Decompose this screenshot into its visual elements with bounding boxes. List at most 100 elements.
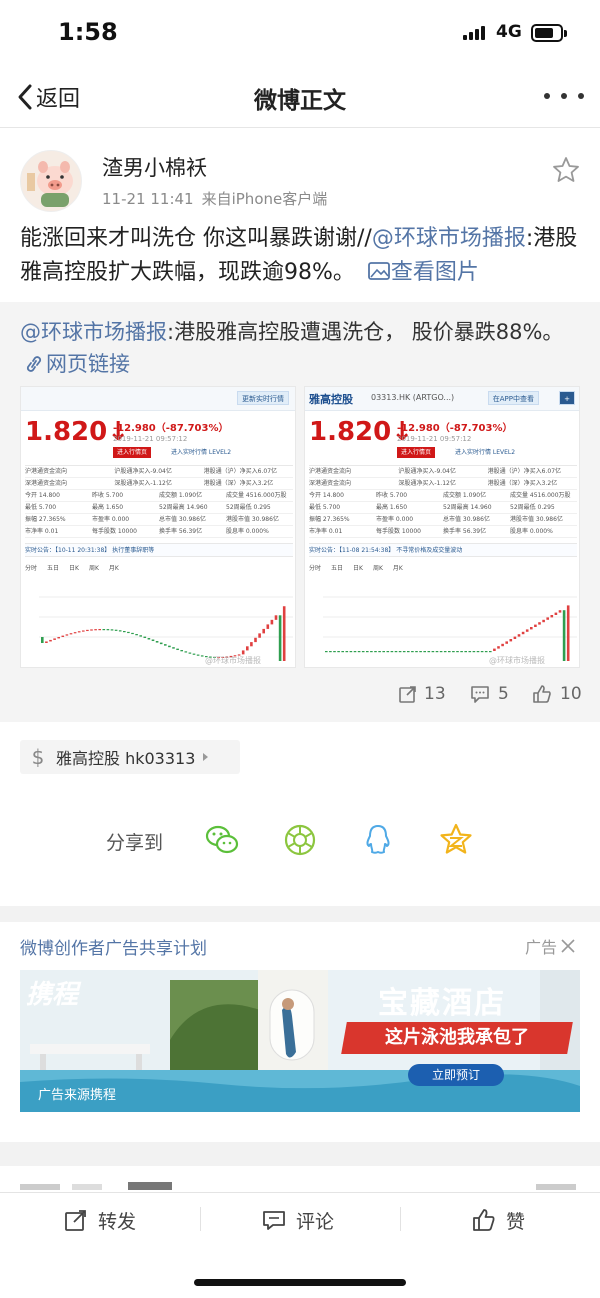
chart-candle: [172, 647, 175, 649]
ad-program-title[interactable]: 微博创作者广告共享计划: [20, 934, 207, 959]
quote-row: 深港通资金流向 深股通净买入-1.12亿 港股通（深）净买入3.2亿: [25, 478, 293, 490]
home-indicator[interactable]: [194, 1279, 406, 1286]
chart-candle: [497, 646, 500, 649]
pig-avatar-icon: [27, 161, 73, 207]
chart-candle: [398, 651, 402, 653]
quote-cell: 股息率 0.000%: [510, 528, 553, 535]
chart-tab: 月K: [108, 565, 119, 572]
page-title: 微博正文: [254, 88, 346, 114]
chart-candle: [427, 651, 431, 653]
wechat-icon[interactable]: [204, 822, 240, 858]
shot-quote-grid: 沪港通资金流向 沪股通净买入-9.04亿 港股通（沪）净买入6.07亿 深港通资金流向…: [25, 465, 293, 538]
quote-row: 今开 14.800 昨收 5.700 成交额 1.090亿 成交量 4516.000万…: [309, 490, 577, 502]
chart-candle: [411, 651, 414, 653]
chart-candle: [505, 641, 508, 644]
quote-cell: 沪港通资金流向: [309, 468, 352, 475]
stock-screenshot-1[interactable]: 更新实时行情 1.820↓ -12.980（-87.703%） 2019-11-…: [20, 386, 296, 668]
bottom-comment-button[interactable]: 评论: [262, 1205, 334, 1235]
repost-action[interactable]: 13: [398, 684, 446, 704]
chart-watermark: @环球市场播报: [489, 655, 545, 665]
repost-mention-link[interactable]: @环球市场播报: [20, 320, 167, 344]
chart-candle: [184, 651, 188, 653]
share-label: 分享到: [106, 832, 164, 854]
quote-cell: 市盈率 0.000: [92, 516, 130, 523]
chart-candle: [407, 651, 410, 653]
shot-app-button: 在APP中查看: [487, 391, 539, 405]
bottom-repost-button[interactable]: 转发: [64, 1205, 136, 1235]
chart-candle: [558, 610, 562, 613]
more-dots-icon[interactable]: [544, 84, 584, 108]
web-link[interactable]: 网页链接: [20, 352, 130, 376]
chart-candle: [419, 651, 422, 653]
mention-link[interactable]: @环球市场播报: [372, 226, 526, 251]
chart-candle: [493, 648, 496, 651]
shot-tag-level2: 进入实时行情 LEVEL2: [455, 449, 516, 456]
stock-screenshot-2[interactable]: 雅高控股 03313.HK (ARTGO...) 在APP中查看 + 1.820…: [304, 386, 580, 668]
chart-candle: [65, 634, 69, 636]
chart-candle: [180, 650, 183, 652]
quote-cell: 成交量 4516.000万股: [510, 492, 571, 499]
chart-candle: [102, 629, 106, 631]
stock-topic-chip[interactable]: $ 雅高控股 hk03313: [20, 740, 240, 774]
quote-cell: 每手股数 10000: [92, 528, 137, 535]
ad-banner[interactable]: 携程 宝藏酒店 这片泳池我承包了 立即预订 广告来源携程: [20, 970, 580, 1112]
quote-cell: 最低 5.700: [309, 504, 341, 511]
chart-candle: [341, 651, 344, 653]
comment-count: 5: [498, 684, 509, 704]
shot-date: 2019-11-21 09:57:12: [397, 435, 472, 443]
ad-slogan: 这片泳池我承包了: [341, 1022, 573, 1054]
quote-row: 最低 5.700 最高 1.650 52周最高 14.960 52周最低 0.295: [309, 502, 577, 514]
shot-change: -12.980（-87.703%）: [397, 423, 513, 434]
quote-cell: 换手率 56.39亿: [443, 528, 487, 535]
repost-body: :港股雅高控股遭遇洗仓， 股价暴跌88%。: [167, 320, 564, 344]
view-image-link[interactable]: 查看图片: [362, 260, 479, 285]
chart-candle: [270, 619, 274, 625]
quote-cell: 股息率 0.000%: [226, 528, 269, 535]
quote-cell: 深港通资金流向: [309, 480, 352, 487]
like-count: 10: [560, 684, 582, 704]
quote-row: 沪港通资金流向 沪股通净买入-9.04亿 港股通（沪）净买入6.07亿: [309, 466, 577, 478]
qq-icon[interactable]: [360, 822, 396, 858]
ad-close-button[interactable]: 广告: [525, 934, 576, 958]
qzone-icon[interactable]: [438, 822, 474, 858]
quote-cell: 每手股数 10000: [376, 528, 421, 535]
moments-icon[interactable]: [282, 822, 318, 858]
quote-cell: 深股通净买入-1.12亿: [398, 480, 456, 487]
chart-candle: [61, 635, 65, 637]
chart-candle: [57, 636, 60, 639]
chart-candle: [262, 628, 265, 634]
chart-candle: [423, 651, 426, 653]
ad-book-button[interactable]: 立即预订: [408, 1064, 504, 1086]
author-name[interactable]: 渣男小棉袄: [102, 152, 207, 182]
comment-action[interactable]: 5: [470, 684, 509, 704]
post-text: 能涨回来才叫洗仓 你这叫暴跌谢谢//@环球市场播报:港股雅高控股扩大跌幅，现跌逾…: [20, 222, 580, 290]
like-action[interactable]: 10: [532, 684, 582, 704]
post-meta: 11-21 11:41 来自iPhone客户端: [102, 188, 327, 209]
chart-background: [309, 577, 577, 667]
repost-actions: 13 5 10: [0, 676, 600, 718]
chart-candle: [472, 651, 476, 653]
chart-candle: [554, 612, 558, 615]
bottom-comment-label: 评论: [296, 1210, 335, 1233]
repost-card[interactable]: @环球市场播报:港股雅高控股遭遇洗仓， 股价暴跌88%。 网页链接 更新实时行情…: [0, 302, 600, 722]
chart-tab: 五日: [47, 565, 60, 572]
chart-candle: [460, 651, 463, 653]
chart-candle: [431, 651, 435, 653]
post-timestamp: 11-21 11:41: [102, 190, 194, 208]
chart-candle: [329, 651, 332, 653]
quote-row: 市净率 0.01 每手股数 10000 换手率 56.39亿 股息率 0.000%: [25, 526, 293, 538]
bottom-like-button[interactable]: 赞: [472, 1205, 525, 1235]
shot-add-button: +: [559, 391, 575, 405]
chart-candle: [86, 629, 89, 632]
quote-cell: 沪港通资金流向: [25, 468, 68, 475]
quote-cell: 振幅 27.365%: [25, 516, 66, 523]
quote-row: 今开 14.800 昨收 5.700 成交额 1.090亿 成交量 4516.000万…: [25, 490, 293, 502]
avatar[interactable]: [20, 150, 82, 212]
shot-price-value: 1.820: [25, 417, 108, 447]
quote-cell: 市净率 0.01: [309, 528, 343, 535]
view-image-label: 查看图片: [390, 260, 479, 285]
chart-candle: [135, 634, 138, 636]
chart-candle: [546, 617, 549, 620]
star-icon[interactable]: [552, 156, 580, 184]
stock-chip-label: 雅高控股 hk03313: [56, 749, 196, 768]
